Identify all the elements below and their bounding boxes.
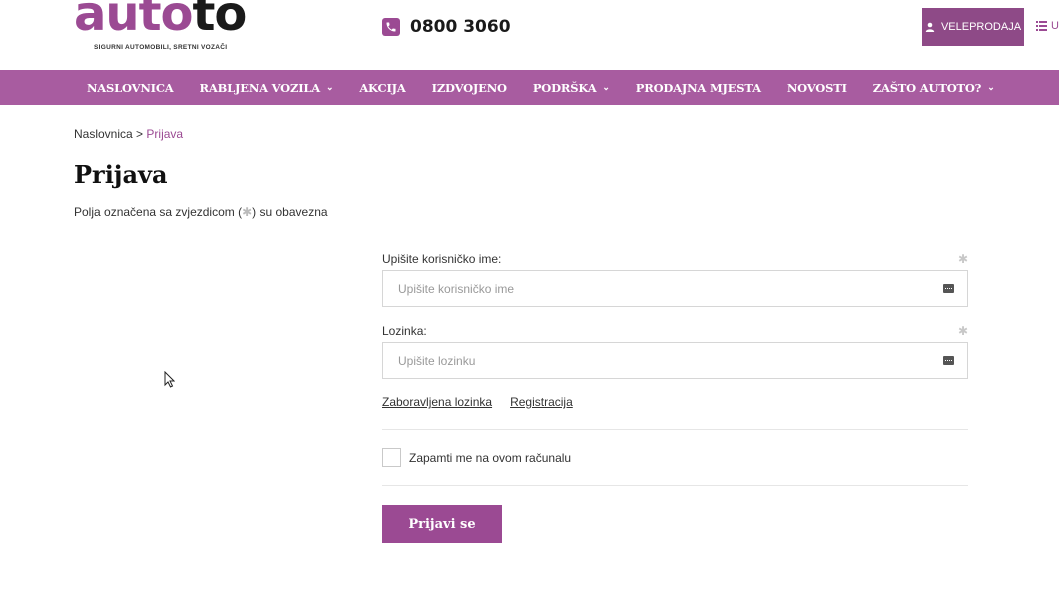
login-submit-button[interactable]: Prijavi se	[382, 505, 502, 543]
nav-item-featured[interactable]: IZDVOJENO	[432, 81, 507, 95]
nav-item-sale[interactable]: AKCIJA	[359, 81, 406, 95]
login-form: Upišite korisničko ime: ✱ Lozinka: ✱ Zab…	[382, 250, 968, 543]
remember-me-row[interactable]: Zapamti me na ovom računalu	[382, 448, 968, 467]
keyboard-icon[interactable]	[943, 284, 954, 293]
list-icon	[1036, 21, 1047, 31]
main-navigation: NASLOVNICA RABLJENA VOZILA ⌄ AKCIJA IZDVO…	[0, 70, 1059, 105]
nav-item-support[interactable]: PODRŠKA ⌄	[533, 81, 610, 95]
register-link[interactable]: Registracija	[510, 395, 573, 409]
wholesale-label: VELEPRODAJA	[940, 21, 1022, 33]
divider	[382, 429, 968, 430]
logo-wordmark: autoto	[74, 0, 247, 42]
nav-item-used-vehicles[interactable]: RABLJENA VOZILA ⌄	[200, 81, 334, 95]
nav-item-why-autoto[interactable]: ZAŠTO AUTOTO? ⌄	[873, 81, 995, 95]
site-header: autoto SIGURNI AUTOMOBILI, SRETNI VOZAČI…	[0, 0, 1059, 70]
required-star-icon: ✱	[957, 324, 968, 338]
username-input[interactable]	[383, 271, 967, 306]
divider	[382, 485, 968, 486]
phone-icon	[382, 18, 400, 36]
form-links: Zaboravljena lozinka Registracija	[382, 395, 968, 409]
chevron-down-icon: ⌄	[602, 82, 610, 93]
page-title: Prijava	[74, 160, 168, 189]
password-label-row: Lozinka: ✱	[382, 322, 968, 340]
nav-item-home[interactable]: NASLOVNICA	[87, 81, 174, 95]
username-field-wrapper	[382, 270, 968, 307]
required-star-icon: ✱	[242, 205, 253, 219]
nav-item-news[interactable]: NOVOSTI	[787, 81, 847, 95]
forgot-password-link[interactable]: Zaboravljena lozinka	[382, 395, 492, 409]
chevron-down-icon: ⌄	[325, 82, 334, 93]
username-label: Upišite korisničko ime:	[382, 252, 502, 266]
mouse-cursor-icon	[164, 370, 176, 393]
breadcrumb-current: Prijava	[146, 127, 184, 141]
password-field-wrapper	[382, 342, 968, 379]
breadcrumb: Naslovnica > Prijava	[74, 127, 183, 141]
phone-number: 0800 3060	[410, 17, 511, 37]
keyboard-icon[interactable]	[943, 356, 954, 365]
remember-me-checkbox[interactable]	[382, 448, 401, 467]
wholesale-button[interactable]: VELEPRODAJA	[922, 8, 1024, 46]
user-icon	[925, 22, 935, 32]
chevron-down-icon: ⌄	[987, 82, 995, 93]
more-menu-button[interactable]: U	[1036, 20, 1059, 32]
password-input[interactable]	[383, 343, 967, 378]
username-label-row: Upišite korisničko ime: ✱	[382, 250, 968, 268]
required-fields-note: Polja označena sa zvjezdicom (✱) su obav…	[74, 205, 328, 219]
phone-contact[interactable]: 0800 3060	[382, 17, 511, 37]
more-menu-label: U	[1051, 20, 1059, 32]
breadcrumb-home-link[interactable]: Naslovnica	[74, 127, 133, 141]
site-logo[interactable]: autoto SIGURNI AUTOMOBILI, SRETNI VOZAČI	[74, 0, 247, 56]
password-label: Lozinka:	[382, 324, 427, 338]
nav-item-locations[interactable]: PRODAJNA MJESTA	[636, 81, 761, 95]
required-star-icon: ✱	[957, 252, 968, 266]
logo-tagline: SIGURNI AUTOMOBILI, SRETNI VOZAČI	[94, 44, 228, 51]
remember-me-label: Zapamti me na ovom računalu	[409, 450, 572, 465]
breadcrumb-separator: >	[136, 127, 144, 141]
